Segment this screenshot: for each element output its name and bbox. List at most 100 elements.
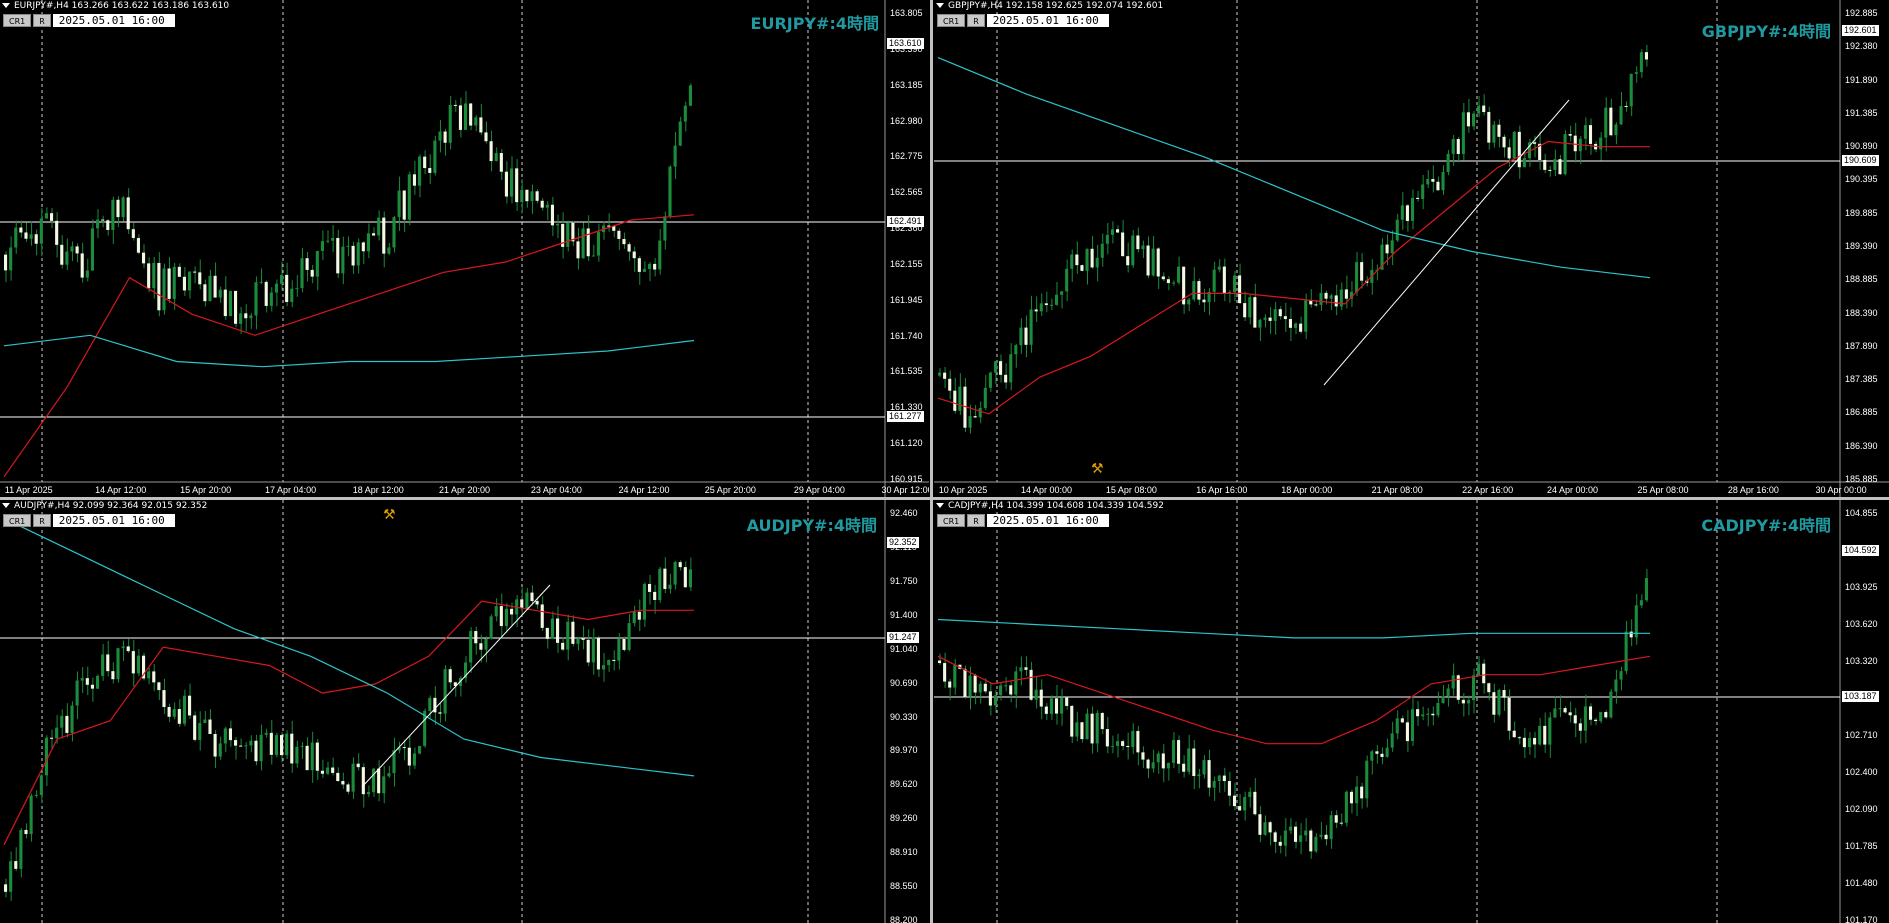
- chart-pane-eurjpy[interactable]: EURJPY#,H4 163.266 163.622 163.186 163.6…: [0, 0, 929, 497]
- eurjpy-chart-canvas[interactable]: [0, 0, 929, 497]
- candle-body: [193, 715, 197, 740]
- chart-pane-gbpjpy[interactable]: GBPJPY#,H4 192.158 192.625 192.074 192.6…: [934, 0, 1889, 497]
- r-button[interactable]: R: [967, 14, 985, 27]
- candle-body: [617, 230, 621, 239]
- candle-body: [372, 233, 376, 236]
- candle-body: [1355, 786, 1359, 804]
- candle-body: [300, 745, 304, 747]
- candle-body: [510, 608, 514, 615]
- candle-body: [157, 262, 161, 311]
- cr1-button[interactable]: CR1: [3, 514, 32, 527]
- candle-body: [1156, 248, 1160, 277]
- candle-body: [999, 361, 1003, 375]
- candle-body: [177, 709, 181, 724]
- candle-body: [484, 132, 488, 142]
- candle-body: [596, 232, 600, 256]
- candle-body: [208, 275, 212, 302]
- candle-body: [116, 199, 120, 218]
- dropdown-triangle-icon[interactable]: [936, 3, 944, 8]
- price-axis-label: 89.260: [890, 813, 918, 824]
- candle-body: [1619, 671, 1623, 680]
- chart-pane-cadjpy[interactable]: CADJPY#,H4 104.399 104.608 104.339 104.5…: [934, 500, 1889, 923]
- hammer-icon[interactable]: ⚒: [383, 507, 396, 523]
- date-field[interactable]: 2025.05.01 16:00: [52, 14, 175, 27]
- price-axis-label: 189.390: [1845, 241, 1878, 251]
- candle-body: [397, 190, 401, 218]
- pane-divider-vertical[interactable]: [930, 0, 933, 923]
- candle-body: [953, 390, 957, 411]
- candle-body: [90, 228, 94, 271]
- candle-body: [1187, 748, 1191, 772]
- r-button[interactable]: R: [967, 514, 985, 527]
- candle-body: [1100, 713, 1104, 730]
- candle-body: [193, 271, 197, 273]
- candle-body: [310, 742, 314, 771]
- candle-body: [1126, 745, 1130, 748]
- dropdown-triangle-icon[interactable]: [2, 503, 10, 508]
- chart-pane-audjpy[interactable]: AUDJPY#,H4 92.099 92.364 92.015 92.352 C…: [0, 500, 929, 923]
- cr1-button[interactable]: CR1: [3, 14, 32, 27]
- candle-body: [147, 671, 151, 679]
- gbpjpy-chart-canvas[interactable]: [934, 0, 1889, 497]
- price-axis-label: 101.785: [1845, 841, 1878, 851]
- candle-body: [326, 767, 330, 774]
- hammer-icon[interactable]: ⚒: [1091, 461, 1104, 477]
- date-field[interactable]: 2025.05.01 16:00: [986, 514, 1109, 527]
- candle-body: [346, 784, 350, 792]
- cr1-button[interactable]: CR1: [937, 514, 966, 527]
- price-axis-label: 162.565: [890, 187, 923, 198]
- candle-body: [1441, 171, 1445, 191]
- time-axis-label: 14 Apr 12:00: [95, 485, 147, 495]
- price-axis-label: 162.775: [890, 151, 923, 162]
- trendline[interactable]: [1323, 99, 1570, 386]
- time-axis-label: 24 Apr 12:00: [618, 485, 670, 495]
- candle-body: [1482, 105, 1486, 113]
- candle-body: [1141, 752, 1145, 760]
- candle-body: [632, 611, 636, 624]
- date-field[interactable]: 2025.05.01 16:00: [986, 14, 1109, 27]
- candle-body: [443, 131, 447, 143]
- candle-body: [943, 663, 947, 682]
- candle-body: [453, 104, 457, 106]
- r-button[interactable]: R: [33, 14, 51, 27]
- candle-body: [39, 775, 43, 795]
- candle-body: [44, 213, 48, 219]
- audjpy-chart-canvas[interactable]: [0, 500, 929, 923]
- date-field[interactable]: 2025.05.01 16:00: [52, 514, 175, 527]
- candle-body: [1385, 747, 1389, 757]
- candle-body: [648, 583, 652, 592]
- candle-body: [1477, 105, 1481, 114]
- candle-body: [1121, 741, 1125, 746]
- cr1-button[interactable]: CR1: [937, 14, 966, 27]
- candle-body: [1451, 675, 1455, 689]
- candle-body: [372, 768, 376, 793]
- candle-body: [1639, 600, 1643, 606]
- candle-body: [1558, 708, 1562, 710]
- dropdown-triangle-icon[interactable]: [936, 503, 944, 508]
- candle-body: [1054, 698, 1059, 714]
- candle-body: [346, 245, 350, 247]
- candle-body: [274, 283, 278, 293]
- candle-body: [581, 228, 585, 259]
- candle-body: [203, 719, 207, 723]
- candle-body: [1588, 706, 1593, 720]
- pane-divider-horizontal[interactable]: [0, 497, 1889, 500]
- dropdown-triangle-icon[interactable]: [2, 3, 10, 8]
- candle-body: [1588, 125, 1593, 144]
- candle-body: [525, 592, 529, 609]
- candle-body: [1568, 134, 1572, 136]
- candle-body: [428, 168, 432, 173]
- candle-body: [1258, 814, 1262, 835]
- candle-body: [953, 664, 957, 688]
- candle-body: [648, 263, 652, 269]
- candle-body: [75, 680, 79, 706]
- candle-body: [1024, 667, 1028, 670]
- r-button[interactable]: R: [33, 514, 51, 527]
- candle-body: [85, 270, 89, 278]
- cadjpy-chart-canvas[interactable]: [934, 500, 1889, 923]
- candle-body: [1197, 281, 1201, 300]
- candle-body: [285, 733, 289, 756]
- candle-body: [663, 216, 667, 241]
- candle-body: [1426, 713, 1430, 715]
- candle-body: [642, 268, 646, 272]
